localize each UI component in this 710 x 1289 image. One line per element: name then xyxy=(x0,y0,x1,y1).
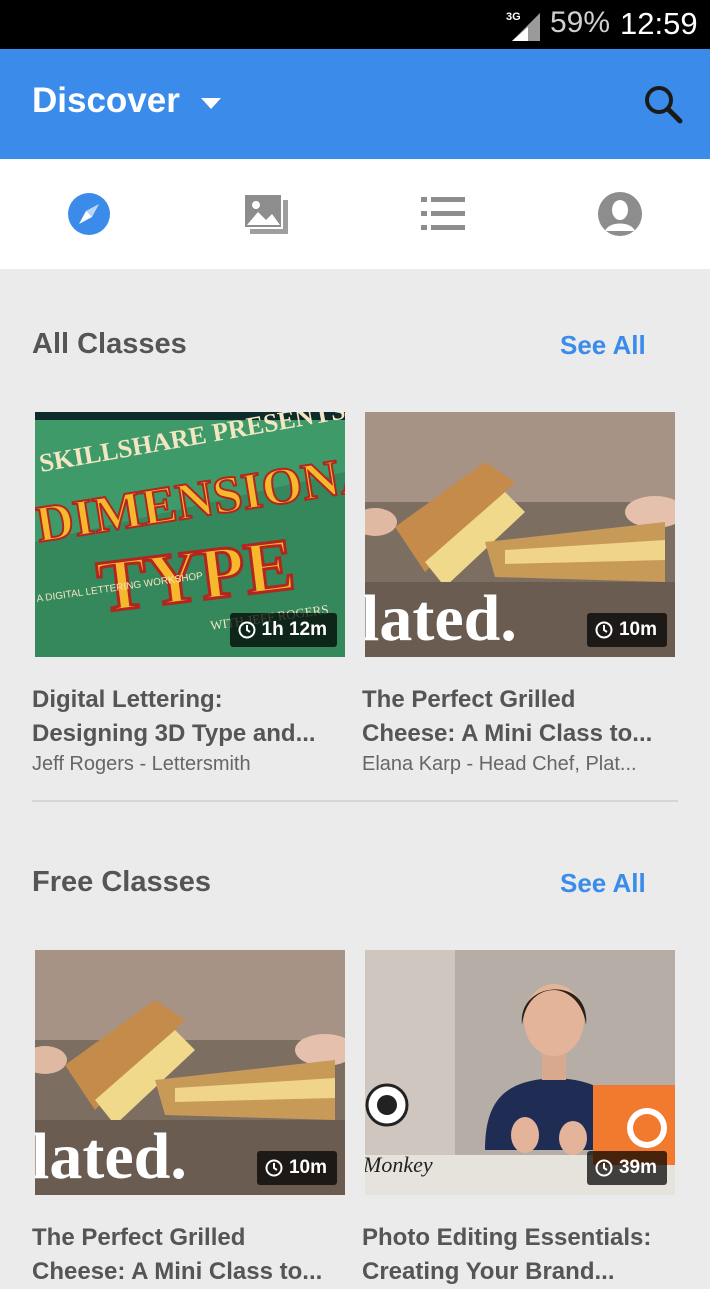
class-title-line1: Photo Editing Essentials: xyxy=(362,1224,652,1251)
plated-text: lated. xyxy=(35,1120,187,1193)
class-thumbnail: lated. 10m xyxy=(365,412,675,657)
class-teacher: Elana Karp - Head Chef, Plat... xyxy=(362,753,637,775)
class-card[interactable]: lated. 10m The Perfect Grilled Cheese: A… xyxy=(32,950,347,1289)
tab-discover[interactable] xyxy=(0,159,177,269)
class-title: Digital Lettering: Designing 3D Type and… xyxy=(32,683,344,751)
class-title-line1: Digital Lettering: xyxy=(32,686,223,713)
see-all-link[interactable]: See All xyxy=(560,868,646,899)
free-classes-header: Free Classes See All xyxy=(0,854,710,914)
class-title-line2: Cheese: A Mini Class to... xyxy=(32,1258,323,1285)
class-card[interactable]: Monkey 39m Photo Editing Essentials: Cre… xyxy=(362,950,677,1289)
clock-icon xyxy=(595,621,613,639)
class-thumbnail: SKILLSHARE PRESENTS DIMENSIONAL TYPE A D… xyxy=(35,412,345,657)
profile-icon xyxy=(597,192,642,236)
duration-text: 39m xyxy=(618,1157,657,1178)
class-card[interactable]: SKILLSHARE PRESENTS DIMENSIONAL TYPE A D… xyxy=(32,412,347,776)
class-title: Photo Editing Essentials: Creating Your … xyxy=(362,1221,674,1289)
clock-icon xyxy=(265,1159,283,1177)
class-title-line1: The Perfect Grilled xyxy=(362,686,576,713)
class-card[interactable]: lated. 10m The Perfect Grilled Cheese: A… xyxy=(362,412,677,776)
page-title[interactable]: Discover xyxy=(32,81,180,121)
duration-badge: 10m xyxy=(256,1151,337,1185)
class-teacher: Jeff Rogers - Lettersmith xyxy=(32,753,251,775)
class-title-line2: Cheese: A Mini Class to... xyxy=(362,720,653,747)
class-title: The Perfect Grilled Cheese: A Mini Class… xyxy=(362,683,674,751)
battery-level: 59% xyxy=(550,6,611,39)
duration-badge: 1h 12m xyxy=(229,613,337,647)
status-bar: 3G 59% 12:59 xyxy=(0,0,710,49)
status-time: 12:59 xyxy=(620,6,698,41)
signal-3g-icon: 3G xyxy=(506,11,540,41)
class-title-line1: The Perfect Grilled xyxy=(32,1224,246,1251)
compass-icon xyxy=(67,193,110,235)
tab-bar xyxy=(0,159,710,269)
tab-lists[interactable] xyxy=(354,159,531,269)
search-icon[interactable] xyxy=(640,81,686,127)
network-type: 3G xyxy=(506,11,521,23)
section-title: All Classes xyxy=(32,328,187,360)
class-thumbnail: Monkey 39m xyxy=(365,950,675,1195)
see-all-link[interactable]: See All xyxy=(560,330,646,361)
dropdown-caret-icon[interactable] xyxy=(200,97,222,111)
clock-icon xyxy=(595,1159,613,1177)
plated-text: lated. xyxy=(365,582,517,655)
app-bar: Discover xyxy=(0,49,710,159)
class-thumbnail: lated. 10m xyxy=(35,950,345,1195)
monkey-text: Monkey xyxy=(365,1152,433,1177)
class-title-line2: Creating Your Brand... xyxy=(362,1258,615,1285)
duration-badge: 39m xyxy=(586,1151,667,1185)
duration-badge: 10m xyxy=(586,613,667,647)
section-divider xyxy=(32,800,678,802)
duration-text: 1h 12m xyxy=(261,619,327,640)
all-classes-header: All Classes See All xyxy=(0,316,710,376)
section-title: Free Classes xyxy=(32,866,211,898)
duration-text: 10m xyxy=(618,619,657,640)
gallery-icon xyxy=(242,193,288,234)
tab-gallery[interactable] xyxy=(177,159,354,269)
class-title-line2: Designing 3D Type and... xyxy=(32,720,316,747)
list-icon xyxy=(420,197,465,230)
class-title: The Perfect Grilled Cheese: A Mini Class… xyxy=(32,1221,344,1289)
tab-profile[interactable] xyxy=(531,159,708,269)
duration-text: 10m xyxy=(288,1157,327,1178)
clock-icon xyxy=(238,621,256,639)
